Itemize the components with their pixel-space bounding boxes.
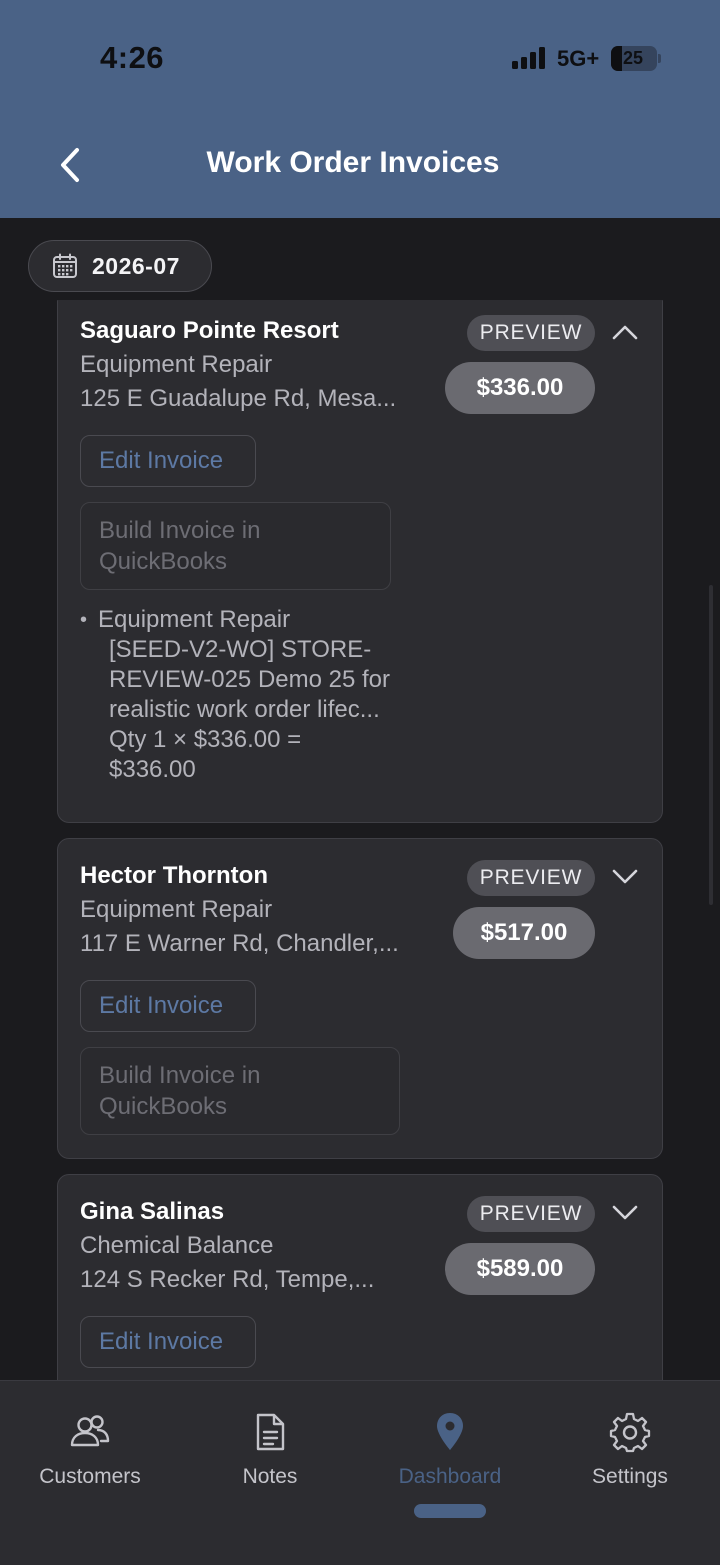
line-item: • Equipment Repair [SEED-V2-WO] STORE- R…	[80, 605, 440, 785]
expand-toggle[interactable]	[608, 862, 642, 892]
customer-name: Saguaro Pointe Resort	[80, 317, 339, 344]
nav-label: Settings	[592, 1465, 668, 1488]
nav-label: Customers	[39, 1465, 141, 1488]
nav-item-settings[interactable]: Settings	[540, 1411, 720, 1489]
invoice-amount: $336.00	[445, 362, 595, 414]
bottom-nav: Customers Notes Dashboard Settings	[0, 1380, 720, 1565]
customer-name: Gina Salinas	[80, 1198, 225, 1225]
scrollbar[interactable]	[709, 585, 713, 905]
nav-label: Notes	[242, 1465, 298, 1488]
service-address: 117 E Warner Rd, Chandler,...	[80, 930, 399, 957]
nav-item-dashboard[interactable]: Dashboard	[360, 1411, 540, 1489]
build-quickbooks-button[interactable]: Build Invoice in QuickBooks	[80, 1047, 400, 1135]
status-time: 4:26	[100, 40, 165, 75]
status-badge: PREVIEW	[467, 1196, 595, 1232]
network-type: 5G+	[557, 46, 600, 71]
invoice-card[interactable]: Saguaro Pointe Resort Equipment Repair 1…	[57, 300, 663, 823]
service-type: Equipment Repair	[80, 351, 273, 378]
line-item-title: Equipment Repair	[98, 606, 291, 633]
app-header: 4:26 5G+ 25 Work Order Invoices	[0, 0, 720, 218]
invoice-amount: $589.00	[445, 1243, 595, 1295]
status-badge: PREVIEW	[467, 860, 595, 896]
service-type: Chemical Balance	[80, 1232, 274, 1259]
page-title: Work Order Invoices	[206, 146, 500, 179]
document-icon	[256, 1413, 285, 1451]
nav-label: Dashboard	[398, 1465, 502, 1488]
service-type: Equipment Repair	[80, 896, 273, 923]
customer-name: Hector Thornton	[80, 862, 268, 889]
chevron-down-icon	[612, 869, 638, 884]
edit-invoice-button[interactable]: Edit Invoice	[80, 435, 256, 487]
edit-invoice-button[interactable]: Edit Invoice	[80, 980, 256, 1032]
chevron-up-icon	[612, 325, 638, 340]
invoice-card[interactable]: Hector Thornton Equipment Repair 117 E W…	[57, 838, 663, 1159]
battery-level: 25	[623, 48, 644, 68]
home-indicator	[414, 1504, 486, 1518]
calendar-icon	[53, 253, 77, 278]
status-badge: PREVIEW	[467, 315, 595, 351]
service-address: 124 S Recker Rd, Tempe,...	[80, 1266, 375, 1293]
invoice-amount: $517.00	[453, 907, 595, 959]
gear-icon	[609, 1412, 651, 1453]
month-label: 2026-07	[92, 252, 180, 279]
signal-icon	[512, 47, 548, 69]
expand-toggle[interactable]	[608, 1198, 642, 1228]
month-filter-button[interactable]: 2026-07	[28, 240, 212, 292]
chevron-down-icon	[612, 1205, 638, 1220]
nav-item-notes[interactable]: Notes	[180, 1411, 360, 1489]
battery-icon: 25	[611, 46, 657, 71]
nav-item-customers[interactable]: Customers	[0, 1411, 180, 1489]
build-quickbooks-button[interactable]: Build Invoice in QuickBooks	[80, 502, 391, 590]
line-item-detail: [SEED-V2-WO] STORE- REVIEW-025 Demo 25 f…	[109, 636, 391, 783]
users-icon	[70, 1415, 110, 1447]
collapse-toggle[interactable]	[608, 317, 642, 347]
map-pin-icon	[437, 1413, 463, 1450]
edit-invoice-button[interactable]: Edit Invoice	[80, 1316, 256, 1368]
service-address: 125 E Guadalupe Rd, Mesa...	[80, 385, 397, 412]
